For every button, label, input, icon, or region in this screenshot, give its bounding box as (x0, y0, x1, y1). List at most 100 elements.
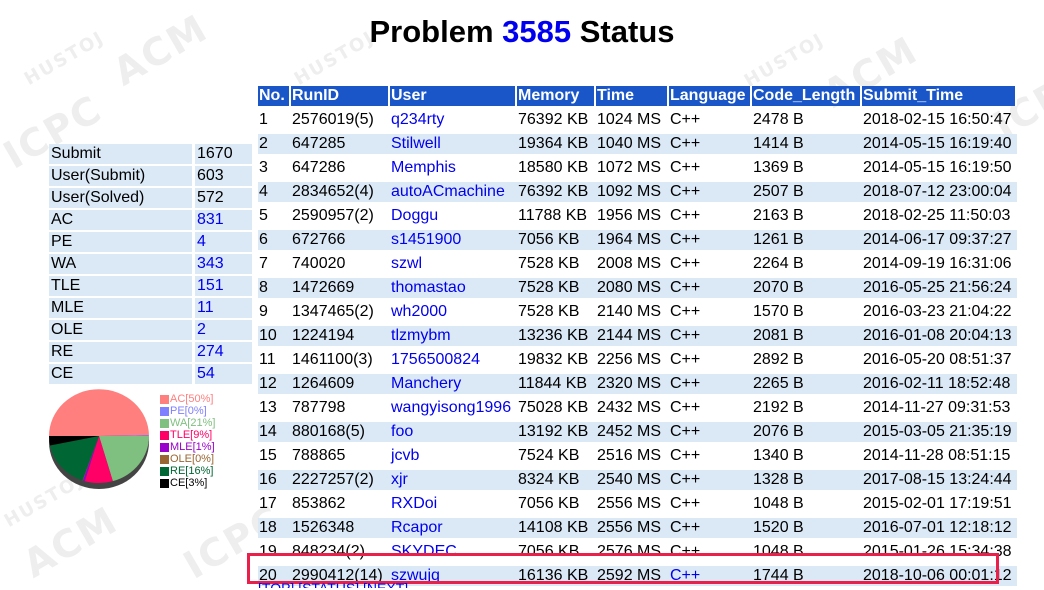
problem-id-link[interactable]: 3585 (502, 14, 571, 49)
cell-runid: 1472669 (291, 278, 390, 298)
column-header-time[interactable]: Time (596, 86, 669, 106)
language-link[interactable]: C++ (670, 495, 700, 512)
stat-value-link[interactable]: 4 (197, 233, 206, 250)
user-link[interactable]: szwl (391, 255, 422, 272)
cell-no-: 6 (258, 230, 291, 250)
user-link[interactable]: xjr (391, 471, 408, 488)
user-link[interactable]: Manchery (391, 375, 461, 392)
column-header-submit-time[interactable]: Submit_Time (862, 86, 1017, 106)
cell-no-: 8 (258, 278, 291, 298)
pagination-links[interactable]: [TOP] [STATUS] [NEXT] (258, 582, 408, 588)
cell-time: 2320 MS (596, 374, 669, 394)
cell-time: 2256 MS (597, 351, 662, 368)
stat-value-link[interactable]: 274 (197, 343, 224, 360)
column-header-code-length[interactable]: Code_Length (752, 86, 862, 106)
language-link[interactable]: C++ (670, 111, 700, 128)
user-link[interactable]: wh2000 (391, 303, 447, 320)
cell-runid: 672766 (291, 230, 390, 250)
cell-language: C++ (669, 254, 752, 274)
status-row: 1 2576019(5) q234rty 76392 KB 1024 MS C++ 2478… (258, 110, 1017, 130)
status-row: 12 1264609 Manchery 11844 KB 2320 MS C++ 2265 … (258, 374, 1017, 394)
language-link[interactable]: C++ (670, 255, 700, 272)
cell-time: 2556 MS (596, 518, 669, 538)
column-header-user[interactable]: User (390, 86, 517, 106)
stat-value-cell: 572 (195, 188, 252, 208)
cell-code-length: 1520 B (752, 518, 862, 538)
stat-value-link[interactable]: 2 (197, 321, 206, 338)
stat-value-link[interactable]: 11 (197, 299, 214, 316)
user-link[interactable]: 1756500824 (391, 351, 480, 368)
cell-language: C++ (669, 446, 752, 466)
cell-code-length: 2892 B (753, 351, 804, 368)
cell-code-length: 1570 B (753, 303, 804, 320)
stat-value-link[interactable]: 54 (197, 365, 215, 382)
language-link[interactable]: C++ (670, 207, 700, 224)
cell-no-: 12 (258, 374, 291, 394)
language-link[interactable]: C++ (670, 327, 700, 344)
stat-row-tle: TLE 151 (49, 276, 252, 296)
cell-runid: 1461100(3) (292, 351, 373, 368)
column-header-memory[interactable]: Memory (517, 86, 596, 106)
cell-user: foo (390, 422, 517, 442)
cell-no-: 16 (258, 470, 291, 490)
cell-no-: 4 (258, 182, 291, 202)
cell-user: tlzmybm (390, 326, 517, 346)
language-link[interactable]: C++ (670, 279, 700, 296)
cell-user: 1756500824 (390, 350, 517, 370)
cell-memory: 7528 KB (518, 255, 580, 272)
stat-label: TLE (49, 276, 192, 296)
language-link[interactable]: C++ (670, 351, 700, 368)
language-link[interactable]: C++ (670, 471, 700, 488)
user-link[interactable]: jcvb (391, 447, 419, 464)
cell-no-: 1 (259, 111, 268, 128)
language-link[interactable]: C++ (670, 423, 700, 440)
user-link[interactable]: tlzmybm (391, 327, 451, 344)
stat-value-link[interactable]: 831 (197, 211, 224, 228)
cell-memory: 7056 KB (518, 495, 580, 512)
user-link[interactable]: wangyisong1996 (391, 399, 511, 416)
status-table: No. RunID User Memory Time Language Code_Lengt… (258, 82, 1017, 590)
language-link[interactable]: C++ (670, 135, 700, 152)
language-link[interactable]: C++ (670, 231, 700, 248)
cell-language: C++ (669, 206, 752, 226)
cell-code-length: 2264 B (753, 255, 804, 272)
user-link[interactable]: autoACmachine (391, 183, 505, 200)
language-link[interactable]: C++ (670, 399, 700, 416)
user-link[interactable]: q234rty (391, 111, 444, 128)
column-header-runid[interactable]: RunID (291, 86, 390, 106)
language-link[interactable]: C++ (670, 183, 700, 200)
user-link[interactable]: Doggu (391, 207, 438, 224)
language-link[interactable]: C++ (670, 375, 700, 392)
language-link[interactable]: C++ (670, 519, 700, 536)
user-link[interactable]: RXDoi (391, 495, 437, 512)
cell-time: 1956 MS (597, 207, 662, 224)
stat-label: CE (49, 364, 192, 384)
page-title: Problem 3585 Status (0, 14, 1044, 50)
user-link[interactable]: Memphis (391, 159, 456, 176)
status-row: 9 1347465(2) wh2000 7528 KB 2140 MS C++ 1570 B… (258, 302, 1017, 322)
stat-value-link[interactable]: 151 (197, 277, 224, 294)
user-link[interactable]: thomastao (391, 279, 466, 296)
stat-value-link[interactable]: 343 (197, 255, 224, 272)
user-link[interactable]: foo (391, 423, 413, 440)
column-header-no-[interactable]: No. (258, 86, 291, 106)
cell-memory: 8324 KB (517, 470, 596, 490)
cell-submit-time: 2014-05-15 16:19:50 (863, 159, 1012, 176)
cell-runid: 1526348 (291, 518, 390, 538)
column-header-language[interactable]: Language (669, 86, 752, 106)
user-link[interactable]: s1451900 (391, 231, 461, 248)
cell-code-length: 1369 B (753, 159, 804, 176)
cell-language: C++ (669, 350, 752, 370)
cell-no-: 13 (259, 399, 277, 416)
user-link[interactable]: Rcapor (391, 519, 443, 536)
cell-memory: 14108 KB (517, 518, 596, 538)
cell-user: wh2000 (390, 302, 517, 322)
cell-submit-time: 2014-11-27 09:31:53 (863, 399, 1011, 416)
language-link[interactable]: C++ (670, 159, 700, 176)
language-link[interactable]: C++ (670, 447, 700, 464)
cell-code-length: 2192 B (753, 399, 804, 416)
language-link[interactable]: C++ (670, 303, 700, 320)
user-link[interactable]: Stilwell (391, 135, 441, 152)
legend-item: CE[3%] (160, 477, 215, 489)
stat-label: Submit (49, 144, 192, 164)
